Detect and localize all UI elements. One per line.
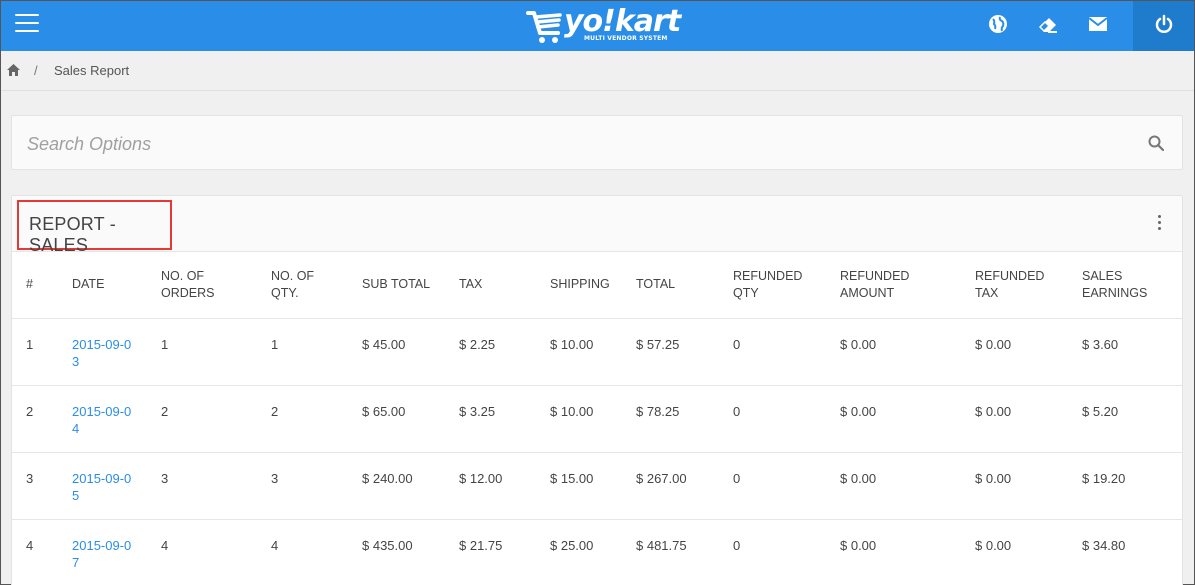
table-row: 4 2015-09-07 4 4 $ 435.00 $ 21.75 $ 25.00 $ 481… — [12, 519, 1182, 585]
column-header: NO. OF QTY. — [271, 252, 362, 319]
table-cell: $ 10.00 — [550, 385, 636, 453]
table-cell: $ 10.00 — [550, 318, 636, 386]
column-header: NO. OF ORDERS — [161, 252, 271, 319]
menu-icon[interactable] — [15, 14, 39, 36]
table-cell: $ 0.00 — [975, 452, 1082, 520]
column-header: DATE — [72, 252, 161, 319]
logo-tagline: MULTI VENDOR SYSTEM — [584, 35, 668, 42]
column-header: REFUNDED AMOUNT — [840, 252, 975, 319]
table-cell: $ 0.00 — [975, 318, 1082, 386]
globe-icon[interactable] — [986, 12, 1010, 36]
column-header: # — [12, 252, 72, 319]
power-icon — [1155, 14, 1173, 33]
table-cell: $ 0.00 — [975, 519, 1082, 585]
home-icon[interactable] — [7, 64, 20, 76]
report-panel: REPORT - SALES # DATE NO. OF ORDERS NO. OF … — [11, 195, 1183, 585]
table-row: 1 2015-09-03 1 1 $ 45.00 $ 2.25 $ 10.00 $ 57.25… — [12, 318, 1182, 386]
breadcrumb-separator: / — [34, 63, 38, 78]
table-cell: 2015-09-07 — [72, 519, 161, 585]
mail-icon[interactable] — [1086, 12, 1110, 36]
table-cell: $ 240.00 — [362, 452, 459, 520]
table-row: 3 2015-09-05 3 3 $ 240.00 $ 12.00 $ 15.00 $ 267… — [12, 452, 1182, 520]
breadcrumb-current: Sales Report — [54, 63, 130, 78]
logout-button[interactable] — [1133, 1, 1194, 51]
table-header-row: # DATE NO. OF ORDERS NO. OF QTY. SUB TOTAL TA… — [12, 252, 1182, 319]
date-link[interactable]: 2015-09-05 — [72, 470, 132, 504]
date-link[interactable]: 2015-09-04 — [72, 403, 132, 437]
table-cell: 1 — [161, 318, 271, 386]
search-icon[interactable] — [1148, 135, 1164, 151]
table-cell: $ 5.20 — [1082, 385, 1182, 453]
search-options-label: Search Options — [27, 134, 152, 154]
top-bar: yo!kart MULTI VENDOR SYSTEM — [1, 1, 1194, 51]
logo-text: yo!kart — [564, 4, 681, 39]
breadcrumb: / Sales Report — [1, 51, 1194, 91]
column-header: TOTAL — [636, 252, 733, 319]
table-cell: $ 57.25 — [636, 318, 733, 386]
eraser-icon[interactable] — [1036, 12, 1060, 36]
table-cell: $ 0.00 — [840, 452, 975, 520]
table-row: 2 2015-09-04 2 2 $ 65.00 $ 3.25 $ 10.00 $ 78.25… — [12, 385, 1182, 453]
table-cell: $ 481.75 — [636, 519, 733, 585]
table-cell: $ 19.20 — [1082, 452, 1182, 520]
table-cell: $ 21.75 — [459, 519, 550, 585]
table-cell: 2015-09-04 — [72, 385, 161, 453]
column-header: SUB TOTAL — [362, 252, 459, 319]
table-cell: 0 — [733, 385, 840, 453]
table-cell: $ 25.00 — [550, 519, 636, 585]
table-cell: 0 — [733, 452, 840, 520]
search-options-panel[interactable]: Search Options — [11, 115, 1183, 170]
column-header: SALES EARNINGS — [1082, 252, 1182, 319]
table-cell: $ 0.00 — [840, 519, 975, 585]
column-header: SHIPPING — [550, 252, 636, 319]
table-cell: $ 15.00 — [550, 452, 636, 520]
table-cell: 3 — [12, 452, 72, 520]
table-cell: $ 65.00 — [362, 385, 459, 453]
date-link[interactable]: 2015-09-03 — [72, 336, 132, 370]
table-cell: $ 78.25 — [636, 385, 733, 453]
table-cell: 2015-09-03 — [72, 318, 161, 386]
table-cell: $ 3.60 — [1082, 318, 1182, 386]
column-header: REFUNDED TAX — [975, 252, 1082, 319]
table-cell: 4 — [271, 519, 362, 585]
column-header: REFUNDED QTY — [733, 252, 840, 319]
table-cell: 1 — [12, 318, 72, 386]
table-cell: 2 — [271, 385, 362, 453]
table-cell: $ 2.25 — [459, 318, 550, 386]
table-cell: 4 — [12, 519, 72, 585]
table-cell: $ 34.80 — [1082, 519, 1182, 585]
logo[interactable]: yo!kart MULTI VENDOR SYSTEM — [526, 5, 681, 47]
table-cell: 3 — [271, 452, 362, 520]
table-cell: $ 12.00 — [459, 452, 550, 520]
table-cell: $ 45.00 — [362, 318, 459, 386]
report-header: REPORT - SALES — [12, 196, 1182, 255]
more-options-icon[interactable] — [1156, 215, 1162, 233]
table-cell: $ 267.00 — [636, 452, 733, 520]
table-cell: 2015-09-05 — [72, 452, 161, 520]
table-cell: 4 — [161, 519, 271, 585]
cart-icon — [526, 11, 562, 43]
report-title: REPORT - SALES — [17, 200, 172, 255]
table-cell: 1 — [271, 318, 362, 386]
table-cell: $ 435.00 — [362, 519, 459, 585]
sales-report-table: # DATE NO. OF ORDERS NO. OF QTY. SUB TOTAL TA… — [12, 252, 1182, 585]
table-cell: $ 0.00 — [840, 385, 975, 453]
table-cell: $ 0.00 — [840, 318, 975, 386]
table-cell: 0 — [733, 519, 840, 585]
table-cell: 2 — [161, 385, 271, 453]
table-cell: $ 0.00 — [975, 385, 1082, 453]
table-cell: 0 — [733, 318, 840, 386]
table-cell: $ 3.25 — [459, 385, 550, 453]
column-header: TAX — [459, 252, 550, 319]
table-cell: 3 — [161, 452, 271, 520]
table-cell: 2 — [12, 385, 72, 453]
date-link[interactable]: 2015-09-07 — [72, 537, 132, 571]
